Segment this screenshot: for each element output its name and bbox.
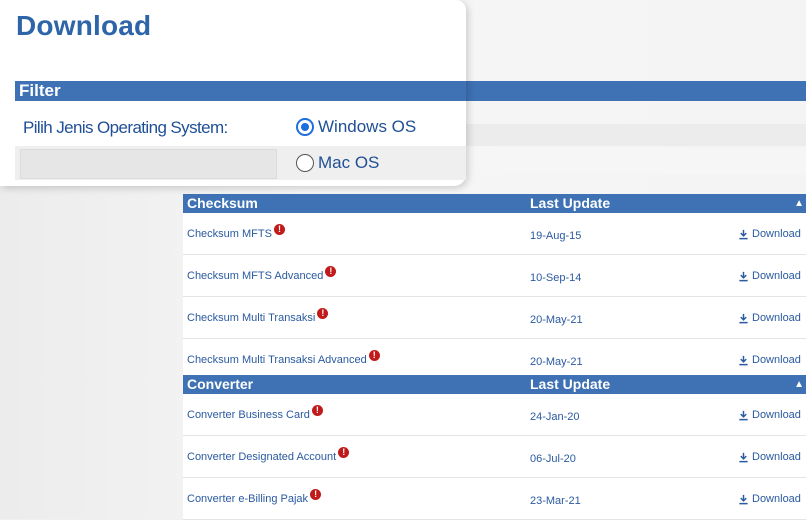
download-label[interactable]: Download bbox=[752, 354, 801, 366]
last-update: 19-Aug-15 bbox=[530, 230, 582, 242]
last-update: 20-May-21 bbox=[530, 314, 583, 326]
radio-unchecked-icon[interactable] bbox=[296, 154, 314, 172]
file-name[interactable]: Converter e-Billing Pajak bbox=[187, 493, 308, 505]
table-row: Converter Business Card! 24-Jan-20 Downl… bbox=[183, 394, 806, 436]
download-label[interactable]: Download bbox=[752, 270, 801, 282]
info-icon[interactable]: ! bbox=[317, 307, 329, 319]
last-update: 23-Mar-21 bbox=[530, 495, 581, 507]
converter-table: Converter Last Update ▲ Converter Busine… bbox=[183, 375, 806, 520]
download-link[interactable]: Download bbox=[738, 493, 801, 505]
table-row: Checksum MFTS Advanced! 10-Sep-14 Downlo… bbox=[183, 255, 806, 297]
table-row: Converter e-Billing Pajak! 23-Mar-21 Dow… bbox=[183, 478, 806, 520]
download-link[interactable]: Download bbox=[738, 451, 801, 463]
filter-bar-extension bbox=[466, 81, 806, 101]
download-link[interactable]: Download bbox=[738, 354, 801, 366]
file-name[interactable]: Checksum MFTS Advanced bbox=[187, 270, 323, 282]
download-icon bbox=[739, 271, 748, 281]
chevron-up-icon[interactable]: ▲ bbox=[794, 194, 804, 213]
download-link[interactable]: Download bbox=[738, 312, 801, 324]
filter-row-extension bbox=[466, 124, 806, 146]
download-icon bbox=[739, 313, 748, 323]
download-icon bbox=[739, 410, 748, 420]
table-row: Checksum Multi Transaksi! 20-May-21 Down… bbox=[183, 297, 806, 339]
last-update: 24-Jan-20 bbox=[530, 411, 580, 423]
download-link[interactable]: Download bbox=[738, 409, 801, 421]
download-label[interactable]: Download bbox=[752, 312, 801, 324]
file-name[interactable]: Checksum Multi Transaksi Advanced bbox=[187, 354, 367, 366]
checksum-header-date: Last Update bbox=[530, 195, 611, 211]
info-icon[interactable]: ! bbox=[368, 349, 380, 361]
download-label[interactable]: Download bbox=[752, 493, 801, 505]
download-icon bbox=[739, 494, 748, 504]
download-icon bbox=[739, 452, 748, 462]
filter-card: Download Filter Pilih Jenis Operating Sy… bbox=[0, 0, 466, 186]
os-label: Pilih Jenis Operating System: bbox=[23, 118, 228, 137]
download-label[interactable]: Download bbox=[752, 228, 801, 240]
download-link[interactable]: Download bbox=[738, 228, 801, 240]
file-name[interactable]: Converter Business Card bbox=[187, 409, 310, 421]
checksum-table-header: Checksum Last Update ▲ bbox=[183, 194, 806, 213]
checksum-table: Checksum Last Update ▲ Checksum MFTS! 19… bbox=[183, 194, 806, 381]
filter-row-extension bbox=[466, 148, 806, 174]
last-update: 20-May-21 bbox=[530, 356, 583, 368]
converter-header-date: Last Update bbox=[530, 376, 611, 392]
radio-checked-icon[interactable] bbox=[296, 118, 314, 136]
info-icon[interactable]: ! bbox=[325, 265, 337, 277]
table-row: Checksum MFTS! 19-Aug-15 Download bbox=[183, 213, 806, 255]
info-icon[interactable]: ! bbox=[311, 404, 323, 416]
info-icon[interactable]: ! bbox=[310, 488, 322, 500]
radio-mac-os[interactable]: Mac OS bbox=[296, 153, 379, 173]
table-row: Converter Designated Account! 06-Jul-20 … bbox=[183, 436, 806, 478]
empty-cell bbox=[20, 149, 277, 179]
last-update: 06-Jul-20 bbox=[530, 453, 576, 465]
file-name[interactable]: Converter Designated Account bbox=[187, 451, 336, 463]
filter-header: Filter bbox=[15, 81, 466, 101]
converter-table-header: Converter Last Update ▲ bbox=[183, 375, 806, 394]
chevron-up-icon[interactable]: ▲ bbox=[794, 375, 804, 394]
download-label[interactable]: Download bbox=[752, 451, 801, 463]
info-icon[interactable]: ! bbox=[338, 446, 350, 458]
checksum-header-name: Checksum bbox=[187, 195, 258, 211]
last-update: 10-Sep-14 bbox=[530, 272, 582, 284]
file-name[interactable]: Checksum MFTS bbox=[187, 228, 272, 240]
download-link[interactable]: Download bbox=[738, 270, 801, 282]
download-icon bbox=[739, 229, 748, 239]
radio-label[interactable]: Mac OS bbox=[318, 153, 379, 173]
info-icon[interactable]: ! bbox=[273, 223, 285, 235]
download-icon bbox=[739, 355, 748, 365]
converter-header-name: Converter bbox=[187, 376, 254, 392]
file-name[interactable]: Checksum Multi Transaksi bbox=[187, 312, 315, 324]
page-title: Download bbox=[16, 10, 152, 41]
radio-windows-os[interactable]: Windows OS bbox=[296, 117, 416, 137]
radio-label[interactable]: Windows OS bbox=[318, 117, 416, 137]
download-label[interactable]: Download bbox=[752, 409, 801, 421]
